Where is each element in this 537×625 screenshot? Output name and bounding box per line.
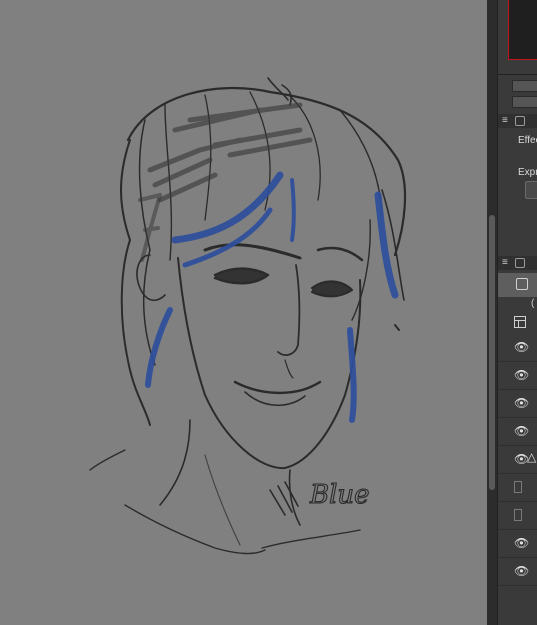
layer-row[interactable]: 👁 — [498, 530, 537, 558]
blue-strand-4 — [374, 191, 399, 299]
left-eye — [213, 267, 270, 285]
hidden-layer-box[interactable] — [514, 481, 522, 493]
layer-selection-row[interactable] — [498, 273, 537, 297]
layer-row[interactable] — [498, 474, 537, 502]
layer-panel-menu-icon[interactable]: ≡ — [502, 257, 508, 268]
layer-row[interactable] — [498, 502, 537, 530]
blue-strand-3 — [145, 307, 173, 388]
divider — [498, 74, 537, 75]
layer-row[interactable]: 👁 — [498, 362, 537, 390]
panel-menu-icon[interactable]: ≡ — [502, 115, 508, 126]
layer-property-tab-icon[interactable] — [515, 116, 525, 126]
canvas-vertical-scrollbar[interactable] — [487, 0, 497, 625]
eye-icon[interactable]: 👁 — [514, 536, 529, 550]
warning-triangle-icon: △ — [527, 450, 537, 464]
eye-icon[interactable]: 👁 — [514, 340, 529, 354]
expression-color-label: Expre — [518, 167, 537, 178]
expression-color-button[interactable] — [525, 181, 537, 199]
right-brow — [316, 246, 364, 262]
eye-icon[interactable]: 👁 — [514, 424, 529, 438]
layer-row[interactable]: 👁 — [498, 334, 537, 362]
nose — [277, 264, 301, 356]
right-side-panel: ≡ Effec Expre ≡ ( 👁 👁 👁 👁 👁 △ 👁 👁 — [497, 0, 537, 625]
eye-icon[interactable]: 👁 — [514, 396, 529, 410]
right-eye — [310, 280, 354, 298]
layer-panel-header: ≡ — [498, 256, 537, 270]
layer-settings-icon[interactable] — [514, 316, 526, 328]
effect-label: Effec — [518, 135, 537, 146]
eye-icon[interactable]: 👁 — [514, 564, 529, 578]
layer-property-header: ≡ — [498, 114, 537, 128]
signature: Blue — [309, 480, 370, 510]
portrait-sketch: Blue — [89, 77, 407, 555]
drawing-canvas[interactable]: Blue — [0, 0, 487, 625]
blue-strand-5 — [347, 327, 357, 423]
mouth — [233, 380, 322, 395]
layer-panel-tab-icon[interactable] — [515, 258, 525, 268]
layer-row[interactable]: 👁 △ — [498, 446, 537, 474]
navigator-preview[interactable] — [508, 0, 537, 60]
layer-select-checkbox[interactable] — [516, 278, 528, 290]
layer-row[interactable]: 👁 — [498, 390, 537, 418]
hidden-layer-box[interactable] — [514, 509, 522, 521]
layer-row[interactable]: 👁 — [498, 558, 537, 586]
navigator-zoom-slider[interactable] — [512, 80, 537, 92]
eye-icon[interactable]: 👁 — [514, 368, 529, 382]
neck — [159, 419, 191, 506]
navigator-rotate-slider[interactable] — [512, 96, 537, 108]
scrollbar-thumb[interactable] — [489, 215, 495, 490]
blue-strand-6 — [290, 178, 296, 242]
layer-row[interactable]: 👁 — [498, 418, 537, 446]
paren-glyph: ( — [531, 298, 535, 309]
